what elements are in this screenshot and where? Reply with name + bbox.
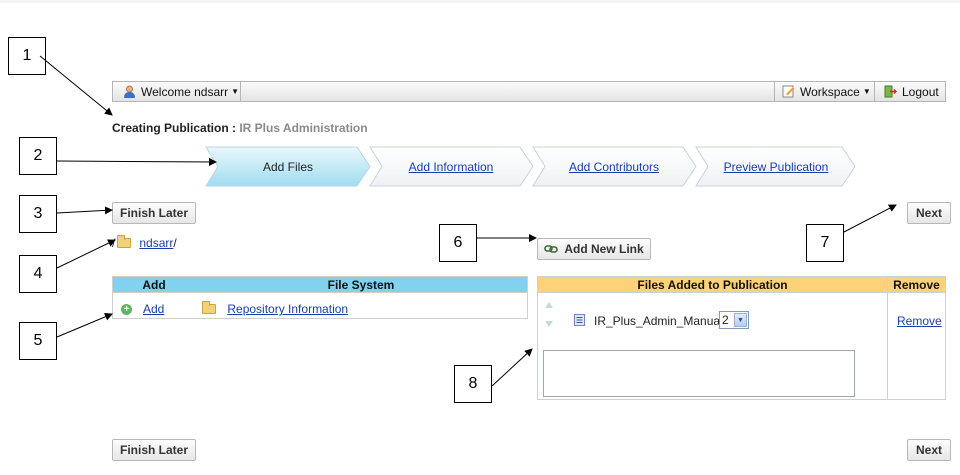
divider — [538, 292, 945, 293]
step-add-information[interactable]: Add Information — [382, 160, 520, 176]
version-value: 2 — [722, 313, 729, 327]
sort-down-icon[interactable] — [544, 320, 554, 328]
add-new-link-button[interactable]: Add New Link — [537, 238, 651, 260]
remove-file-link[interactable]: Remove — [897, 314, 942, 328]
divider — [887, 277, 888, 399]
version-select[interactable]: 2 ▼ — [719, 311, 749, 329]
file-description-textarea[interactable] — [543, 350, 855, 397]
add-circle-icon: + — [121, 303, 132, 315]
files-added-table: Files Added to Publication Remove IR_Plu… — [537, 276, 946, 400]
file-system-table: Add File System + Add Repository Informa… — [112, 276, 528, 319]
next-button-bottom[interactable]: Next — [907, 439, 951, 461]
divider — [113, 292, 527, 293]
step-preview-publication[interactable]: Preview Publication — [708, 160, 844, 176]
finish-later-button[interactable]: Finish Later — [112, 202, 196, 224]
chevron-down-icon: ▼ — [734, 313, 747, 327]
sort-up-icon[interactable] — [544, 301, 554, 309]
folder-icon — [202, 301, 217, 314]
repository-information-link[interactable]: Repository Information — [227, 302, 348, 316]
table-row: + Add Repository Information — [121, 301, 348, 316]
next-button[interactable]: Next — [907, 202, 951, 224]
path-suffix: / — [173, 236, 177, 250]
file-icon — [574, 314, 585, 326]
column-header-files-added: Files Added to Publication — [538, 277, 887, 292]
breadcrumb: / ndsarr / — [112, 235, 177, 250]
step-add-files[interactable]: Add Files — [218, 160, 358, 176]
folder-icon — [117, 235, 132, 248]
column-header-file-system: File System — [195, 277, 527, 292]
step-add-contributors[interactable]: Add Contributors — [545, 160, 683, 176]
add-new-link-label: Add New Link — [564, 242, 644, 256]
add-file-link[interactable]: Add — [143, 302, 164, 316]
column-header-remove: Remove — [888, 277, 945, 292]
column-header-add: Add — [113, 277, 195, 292]
file-name: IR_Plus_Admin_Manual — [594, 314, 723, 328]
folder-link[interactable]: ndsarr — [139, 236, 173, 250]
path-prefix: / — [112, 236, 116, 250]
finish-later-button-bottom[interactable]: Finish Later — [112, 439, 196, 461]
link-icon — [544, 245, 559, 253]
